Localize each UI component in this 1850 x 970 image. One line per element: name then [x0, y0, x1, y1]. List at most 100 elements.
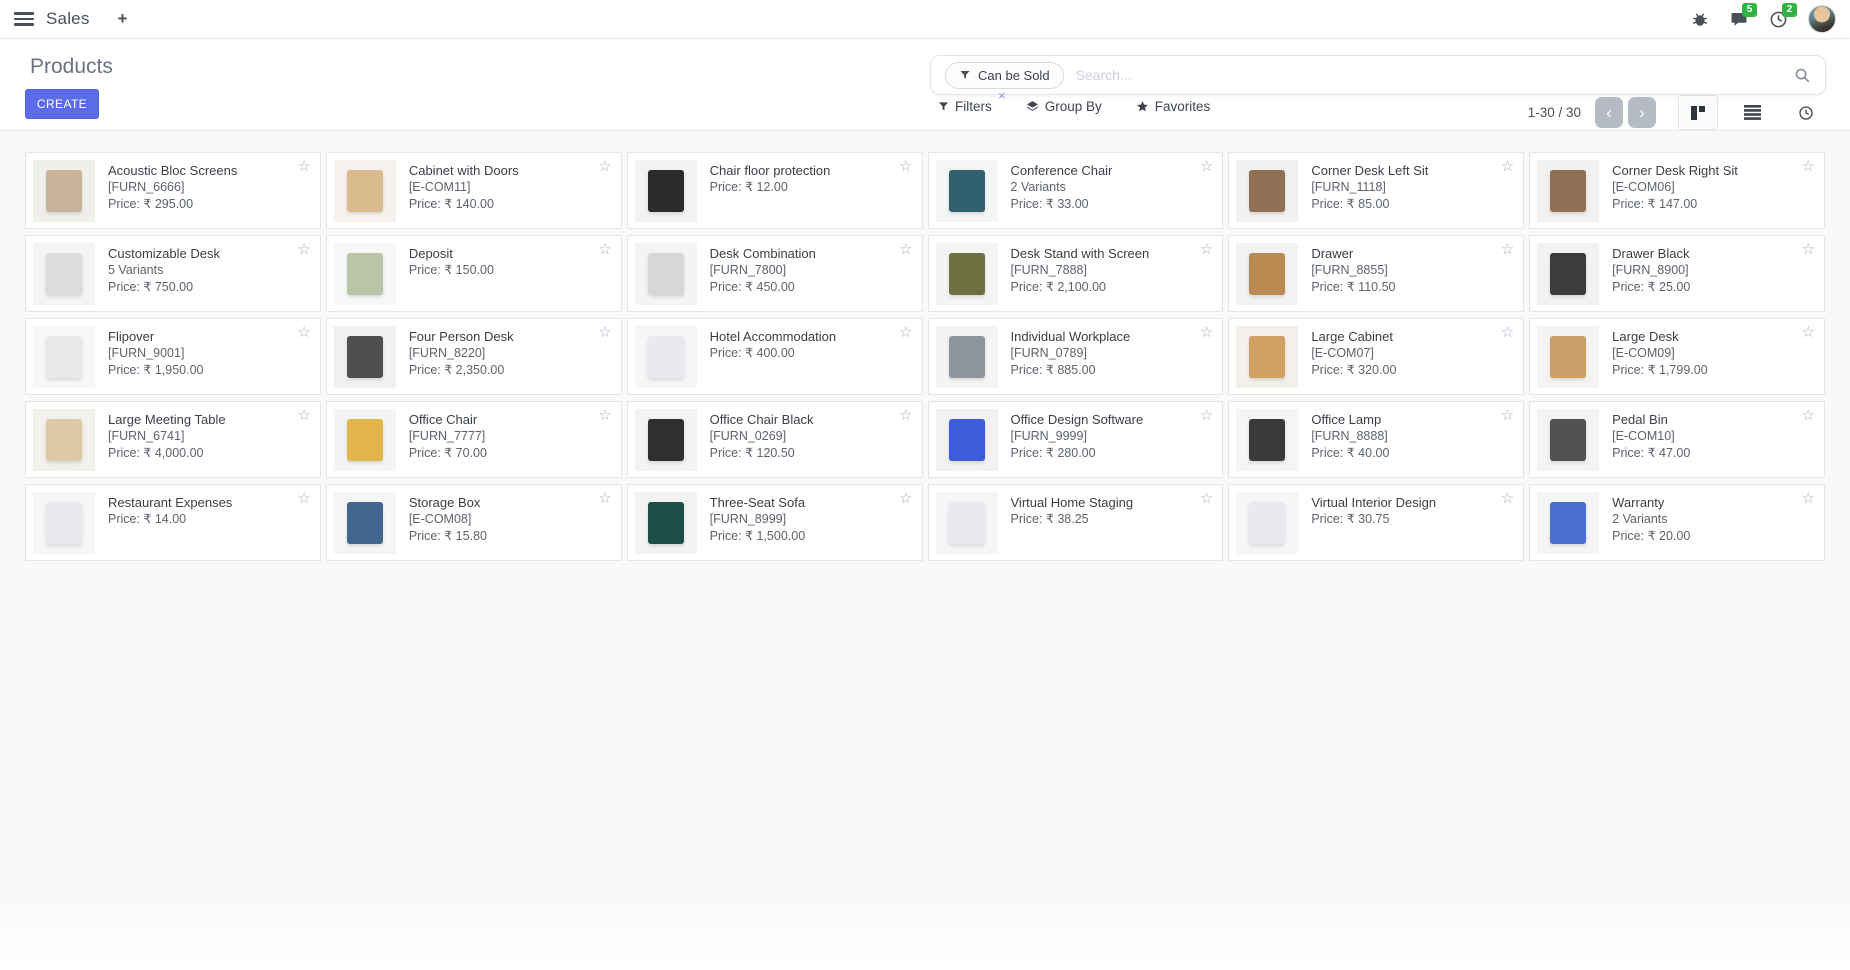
product-name: Large Meeting Table — [108, 411, 246, 428]
product-card[interactable]: Warranty 2 Variants Price: ₹ 20.00 ☆ — [1529, 484, 1825, 561]
product-card[interactable]: Office Lamp [FURN_8888] Price: ₹ 40.00 ☆ — [1228, 401, 1524, 478]
product-card[interactable]: Customizable Desk 5 Variants Price: ₹ 75… — [25, 235, 321, 312]
product-image — [1537, 326, 1599, 388]
pager-previous-button[interactable]: ‹ — [1595, 97, 1623, 128]
product-image — [33, 243, 95, 305]
favorite-star-icon[interactable]: ☆ — [1200, 242, 1213, 257]
app-name-sales[interactable]: Sales — [46, 9, 90, 29]
product-card[interactable]: Desk Combination [FURN_7800] Price: ₹ 45… — [627, 235, 923, 312]
favorite-star-icon[interactable]: ☆ — [297, 491, 310, 506]
favorite-star-icon[interactable]: ☆ — [899, 159, 912, 174]
product-card[interactable]: Virtual Home Staging Price: ₹ 38.25 ☆ — [928, 484, 1224, 561]
product-name: Storage Box — [409, 494, 501, 511]
favorite-star-icon[interactable]: ☆ — [1501, 159, 1514, 174]
product-card[interactable]: Three-Seat Sofa [FURN_8999] Price: ₹ 1,5… — [627, 484, 923, 561]
product-card[interactable]: Drawer Black [FURN_8900] Price: ₹ 25.00 … — [1529, 235, 1825, 312]
product-image — [334, 492, 396, 554]
product-card[interactable]: Restaurant Expenses Price: ₹ 14.00 ☆ — [25, 484, 321, 561]
favorite-star-icon[interactable]: ☆ — [1501, 408, 1514, 423]
product-subtitle: [E-COM07] — [1311, 345, 1413, 362]
favorites-button[interactable]: Favorites — [1136, 99, 1211, 114]
product-card[interactable]: Drawer [FURN_8855] Price: ₹ 110.50 ☆ — [1228, 235, 1524, 312]
favorite-star-icon[interactable]: ☆ — [1501, 242, 1514, 257]
group-by-button[interactable]: Group By — [1026, 99, 1102, 114]
product-card[interactable]: Individual Workplace [FURN_0789] Price: … — [928, 318, 1224, 395]
apps-menu-icon[interactable] — [14, 12, 34, 26]
product-kanban-grid: Acoustic Bloc Screens [FURN_6666] Price:… — [25, 152, 1825, 561]
favorite-star-icon[interactable]: ☆ — [1802, 325, 1815, 340]
product-image — [936, 243, 998, 305]
favorite-star-icon[interactable]: ☆ — [598, 325, 611, 340]
favorite-star-icon[interactable]: ☆ — [1802, 242, 1815, 257]
product-card[interactable]: Large Meeting Table [FURN_6741] Price: ₹… — [25, 401, 321, 478]
messages-icon[interactable]: 5 — [1729, 10, 1749, 28]
favorite-star-icon[interactable]: ☆ — [1501, 491, 1514, 506]
favorite-star-icon[interactable]: ☆ — [1501, 325, 1514, 340]
messages-count-badge: 5 — [1742, 3, 1757, 17]
product-card[interactable]: Deposit Price: ₹ 150.00 ☆ — [326, 235, 622, 312]
product-card[interactable]: Storage Box [E-COM08] Price: ₹ 15.80 ☆ — [326, 484, 622, 561]
favorite-star-icon[interactable]: ☆ — [598, 408, 611, 423]
activities-clock-icon[interactable]: 2 — [1769, 10, 1788, 29]
product-image — [334, 243, 396, 305]
product-card[interactable]: Office Chair Black [FURN_0269] Price: ₹ … — [627, 401, 923, 478]
product-image — [635, 243, 697, 305]
search-facet-can-be-sold[interactable]: Can be Sold — [945, 62, 1064, 89]
list-view-button[interactable] — [1732, 95, 1772, 130]
product-card[interactable]: Acoustic Bloc Screens [FURN_6666] Price:… — [25, 152, 321, 229]
product-image — [1537, 492, 1599, 554]
favorite-star-icon[interactable]: ☆ — [297, 159, 310, 174]
product-card[interactable]: Cabinet with Doors [E-COM11] Price: ₹ 14… — [326, 152, 622, 229]
filters-button[interactable]: Filters — [938, 99, 992, 114]
product-card[interactable]: Hotel Accommodation Price: ₹ 400.00 ☆ — [627, 318, 923, 395]
favorite-star-icon[interactable]: ☆ — [1200, 491, 1213, 506]
product-card[interactable]: Office Chair [FURN_7777] Price: ₹ 70.00 … — [326, 401, 622, 478]
favorite-star-icon[interactable]: ☆ — [297, 242, 310, 257]
systray: 5 2 — [1691, 5, 1836, 33]
favorite-star-icon[interactable]: ☆ — [1200, 159, 1213, 174]
search-icon[interactable] — [1794, 67, 1811, 84]
favorite-star-icon[interactable]: ☆ — [297, 408, 310, 423]
product-subtitle: [FURN_7800] — [710, 262, 836, 279]
product-card[interactable]: Four Person Desk [FURN_8220] Price: ₹ 2,… — [326, 318, 622, 395]
favorite-star-icon[interactable]: ☆ — [899, 242, 912, 257]
favorite-star-icon[interactable]: ☆ — [1802, 159, 1815, 174]
product-card[interactable]: Pedal Bin [E-COM10] Price: ₹ 47.00 ☆ — [1529, 401, 1825, 478]
favorite-star-icon[interactable]: ☆ — [1802, 491, 1815, 506]
favorite-star-icon[interactable]: ☆ — [899, 325, 912, 340]
favorite-star-icon[interactable]: ☆ — [598, 491, 611, 506]
product-subtitle: [E-COM09] — [1612, 345, 1708, 362]
search-bar[interactable]: Can be Sold Search... — [930, 55, 1826, 95]
product-card[interactable]: Chair floor protection Price: ₹ 12.00 ☆ — [627, 152, 923, 229]
favorite-star-icon[interactable]: ☆ — [899, 408, 912, 423]
favorite-star-icon[interactable]: ☆ — [1200, 408, 1213, 423]
favorite-star-icon[interactable]: ☆ — [899, 491, 912, 506]
favorite-star-icon[interactable]: ☆ — [1802, 408, 1815, 423]
product-card[interactable]: Corner Desk Right Sit [E-COM06] Price: ₹… — [1529, 152, 1825, 229]
create-button[interactable]: CREATE — [25, 89, 99, 119]
product-card[interactable]: Virtual Interior Design Price: ₹ 30.75 ☆ — [1228, 484, 1524, 561]
favorite-star-icon[interactable]: ☆ — [1200, 325, 1213, 340]
product-card[interactable]: Flipover [FURN_9001] Price: ₹ 1,950.00 ☆ — [25, 318, 321, 395]
debug-bug-icon[interactable] — [1691, 10, 1709, 28]
product-image — [334, 160, 396, 222]
kanban-view-button[interactable] — [1678, 95, 1718, 130]
search-input[interactable]: Search... — [1076, 67, 1794, 83]
product-card[interactable]: Desk Stand with Screen [FURN_7888] Price… — [928, 235, 1224, 312]
add-tab-button[interactable]: + — [118, 9, 128, 29]
favorite-star-icon[interactable]: ☆ — [297, 325, 310, 340]
pager-next-button[interactable]: › — [1628, 97, 1656, 128]
favorite-star-icon[interactable]: ☆ — [598, 159, 611, 174]
activity-view-button[interactable] — [1786, 95, 1826, 130]
group-by-layers-icon — [1026, 100, 1039, 113]
product-card[interactable]: Conference Chair 2 Variants Price: ₹ 33.… — [928, 152, 1224, 229]
product-card[interactable]: Large Cabinet [E-COM07] Price: ₹ 320.00 … — [1228, 318, 1524, 395]
product-subtitle: [FURN_9999] — [1011, 428, 1164, 445]
product-card[interactable]: Large Desk [E-COM09] Price: ₹ 1,799.00 ☆ — [1529, 318, 1825, 395]
product-price: Price: ₹ 400.00 — [710, 345, 856, 362]
favorite-star-icon[interactable]: ☆ — [598, 242, 611, 257]
product-card[interactable]: Office Design Software [FURN_9999] Price… — [928, 401, 1224, 478]
user-avatar[interactable] — [1808, 5, 1836, 33]
product-card[interactable]: Corner Desk Left Sit [FURN_1118] Price: … — [1228, 152, 1524, 229]
product-price: Price: ₹ 1,799.00 — [1612, 362, 1708, 379]
